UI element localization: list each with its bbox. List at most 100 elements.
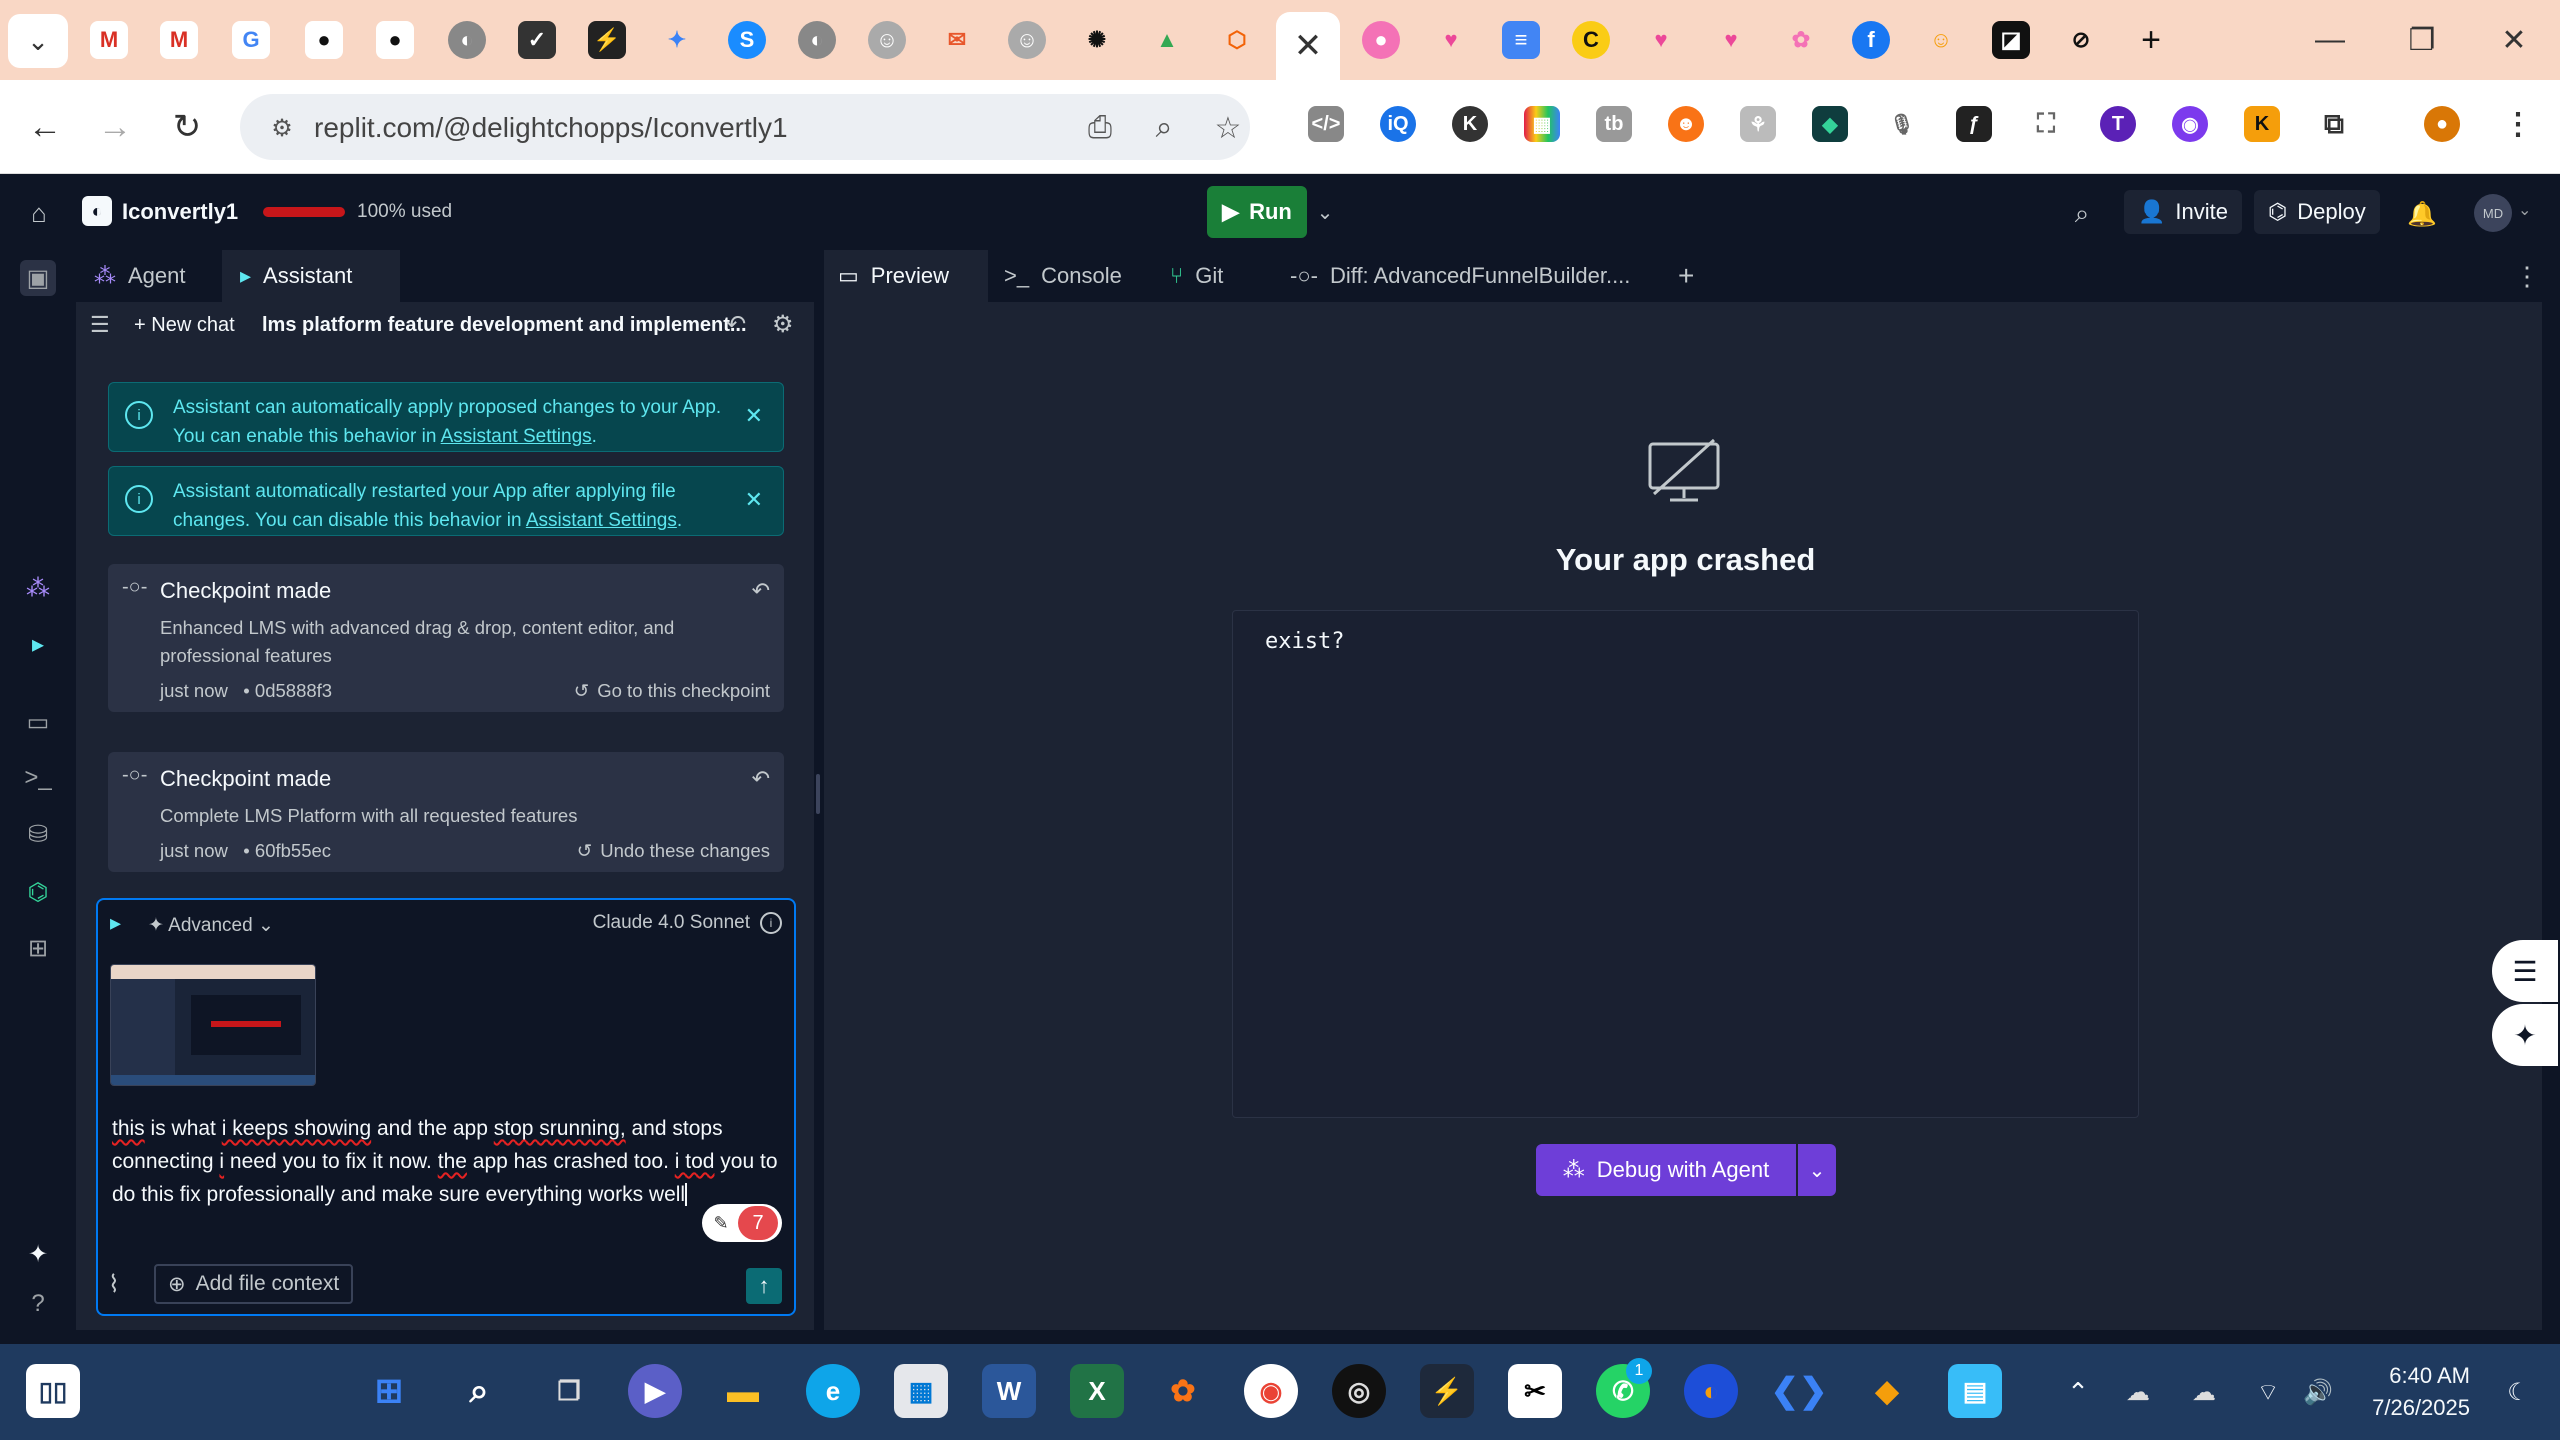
tab-github-icon[interactable]: ● bbox=[376, 21, 414, 59]
project-name[interactable]: Iconvertly1 bbox=[122, 199, 238, 225]
file-explorer-icon[interactable]: ▬ bbox=[716, 1364, 770, 1418]
excel-icon[interactable]: X bbox=[1070, 1364, 1124, 1418]
tab-huggingface-icon[interactable]: ☺ bbox=[1922, 21, 1960, 59]
extension-app-icon[interactable]: ◆ bbox=[1812, 106, 1848, 142]
chrome-icon[interactable]: ◉ bbox=[1244, 1364, 1298, 1418]
panel-resize-handle[interactable] bbox=[816, 774, 820, 814]
widgets-icon[interactable]: ▯▯ bbox=[26, 1364, 80, 1418]
extension-app-icon[interactable]: ⚘ bbox=[1740, 106, 1776, 142]
tab-app-icon[interactable]: ◪ bbox=[1992, 21, 2030, 59]
tab-gmail-icon[interactable]: M bbox=[160, 21, 198, 59]
debug-options-chevron-icon[interactable]: ⌄ bbox=[1798, 1144, 1836, 1196]
reader-mode-icon[interactable]: ☰ bbox=[2492, 940, 2558, 1002]
start-windows-icon[interactable]: ⊞ bbox=[362, 1364, 416, 1418]
help-icon[interactable]: ? bbox=[20, 1286, 56, 1322]
database-tool-icon[interactable]: ⛁ bbox=[20, 816, 56, 852]
clock[interactable]: 6:40 AM 7/26/2025 bbox=[2360, 1360, 2470, 1424]
extensions-puzzle-icon[interactable]: ⧉ bbox=[2316, 106, 2352, 142]
teams-icon[interactable]: ▶ bbox=[628, 1364, 682, 1418]
onedrive-icon[interactable]: ☁ bbox=[2120, 1374, 2156, 1410]
extension-fullscreen-icon[interactable]: ⛶ bbox=[2028, 106, 2064, 142]
app-icon[interactable]: ⚡ bbox=[1420, 1364, 1474, 1418]
address-bar[interactable]: ⚙ replit.com/@delightchopps/Iconvertly1 … bbox=[240, 94, 1250, 160]
tab-globe-icon[interactable]: ◐ bbox=[448, 21, 486, 59]
search-icon[interactable]: ⌕ bbox=[452, 1364, 506, 1418]
tab-s-icon[interactable]: S bbox=[728, 21, 766, 59]
tab-globe-icon[interactable]: ◐ bbox=[798, 21, 836, 59]
tab-gemini-icon[interactable]: ✦ bbox=[658, 21, 696, 59]
extension-robot-icon[interactable]: ☻ bbox=[1668, 106, 1704, 142]
console-tool-icon[interactable]: >_ bbox=[20, 760, 56, 796]
extension-tb-icon[interactable]: tb bbox=[1596, 106, 1632, 142]
word-icon[interactable]: W bbox=[982, 1364, 1036, 1418]
run-options-chevron-icon[interactable]: ⌄ bbox=[1310, 186, 1340, 238]
assistant-settings-link[interactable]: Assistant Settings bbox=[526, 510, 677, 531]
rollback-icon[interactable]: ↶ bbox=[752, 766, 770, 792]
attach-paperclip-icon[interactable]: ⌇ bbox=[108, 1270, 120, 1299]
tab-app-icon[interactable]: ✓ bbox=[518, 21, 556, 59]
tab-git[interactable]: ⑂ Git bbox=[1156, 250, 1237, 302]
ai-sparkle-icon[interactable]: ✦ bbox=[2492, 1004, 2558, 1066]
assistant-settings-link[interactable]: Assistant Settings bbox=[441, 426, 592, 447]
tab-replit-icon[interactable]: ⬡ bbox=[1218, 21, 1256, 59]
extension-iq-icon[interactable]: iQ bbox=[1380, 106, 1416, 142]
back-arrow-icon[interactable]: ← bbox=[20, 102, 70, 152]
model-info-icon[interactable]: i bbox=[760, 912, 782, 934]
tab-lovable-icon[interactable]: ♥ bbox=[1432, 21, 1470, 59]
tab-mail-icon[interactable]: ✉ bbox=[938, 21, 976, 59]
tab-facebook-icon[interactable]: f bbox=[1852, 21, 1890, 59]
tab-agent[interactable]: ⁂ Agent bbox=[76, 250, 204, 302]
go-to-checkpoint-button[interactable]: ↺ Go to this checkpoint bbox=[574, 680, 770, 702]
chat-history-menu-icon[interactable]: ☰ bbox=[90, 312, 110, 338]
notifications-bell-icon[interactable]: 🔔 bbox=[2404, 196, 2440, 232]
message-input[interactable]: this is what i keeps showing and the app… bbox=[112, 1112, 782, 1211]
avatar-chevron-icon[interactable]: ⌄ bbox=[2518, 200, 2531, 220]
tab-docs-icon[interactable]: ≡ bbox=[1502, 21, 1540, 59]
obs-icon[interactable]: ◎ bbox=[1332, 1364, 1386, 1418]
sparkle-icon[interactable]: ✦ bbox=[20, 1236, 56, 1272]
tab-app-icon[interactable]: ● bbox=[1362, 21, 1400, 59]
extension-k-icon[interactable]: K bbox=[1452, 106, 1488, 142]
extension-mic-icon[interactable]: 🎙 bbox=[1884, 106, 1920, 142]
edge-icon[interactable]: e bbox=[806, 1364, 860, 1418]
bookmark-star-icon[interactable]: ☆ bbox=[1208, 108, 1248, 148]
attached-screenshot-thumbnail[interactable] bbox=[110, 964, 316, 1086]
active-tab-close-icon[interactable]: ✕ bbox=[1276, 12, 1340, 80]
invite-button[interactable]: 👤 Invite bbox=[2124, 190, 2242, 234]
tab-avatar-icon[interactable]: ☺ bbox=[868, 21, 906, 59]
agent-tool-icon[interactable]: ⁂ bbox=[20, 570, 56, 606]
deploy-button[interactable]: ⌬ Deploy bbox=[2254, 190, 2380, 234]
app-icon[interactable]: ◐ bbox=[1684, 1364, 1738, 1418]
undo-changes-button[interactable]: ↺ Undo these changes bbox=[577, 840, 770, 862]
extension-t-icon[interactable]: T bbox=[2100, 106, 2136, 142]
new-tab-plus-icon[interactable]: + bbox=[2132, 21, 2170, 59]
minimize-icon[interactable]: — bbox=[2300, 18, 2360, 62]
volume-icon[interactable]: 🔊 bbox=[2300, 1374, 2336, 1410]
extension-eye-icon[interactable]: ◉ bbox=[2172, 106, 2208, 142]
search-icon[interactable]: ⌕ bbox=[2064, 196, 2100, 232]
tab-app-icon[interactable]: C bbox=[1572, 21, 1610, 59]
tab-search-chevron-icon[interactable]: ⌄ bbox=[8, 14, 68, 68]
restore-icon[interactable]: ❐ bbox=[2392, 18, 2452, 62]
focus-moon-icon[interactable]: ☾ bbox=[2500, 1374, 2536, 1410]
app-icon[interactable]: ◆ bbox=[1860, 1364, 1914, 1418]
tab-openai-icon[interactable]: ✺ bbox=[1078, 21, 1116, 59]
new-chat-button[interactable]: + New chat bbox=[134, 314, 235, 337]
show-hidden-icons-chevron[interactable]: ⌃ bbox=[2060, 1374, 2096, 1410]
reload-icon[interactable]: ↻ bbox=[162, 102, 212, 152]
rollback-icon[interactable]: ↶ bbox=[752, 578, 770, 604]
tab-drive-icon[interactable]: ▲ bbox=[1148, 21, 1186, 59]
zoom-icon[interactable]: ⌕ bbox=[1144, 108, 1184, 148]
tab-avatar-icon[interactable]: ☺ bbox=[1008, 21, 1046, 59]
preview-tool-icon[interactable]: ▭ bbox=[20, 704, 56, 740]
tab-app-icon[interactable]: ⊘ bbox=[2062, 21, 2100, 59]
files-toggle-icon[interactable]: ▣ bbox=[20, 260, 56, 296]
chat-settings-gear-icon[interactable]: ⚙ bbox=[772, 310, 794, 339]
extension-fx-icon[interactable]: ƒ bbox=[1956, 106, 1992, 142]
extension-code-icon[interactable]: </> bbox=[1308, 106, 1344, 142]
tab-github-icon[interactable]: ● bbox=[305, 21, 343, 59]
tab-console[interactable]: >_ Console bbox=[990, 250, 1136, 302]
cloud-sync-icon[interactable]: ☁ bbox=[2186, 1374, 2222, 1410]
dismiss-notice-icon[interactable]: ✕ bbox=[745, 485, 763, 514]
tab-google-icon[interactable]: G bbox=[232, 21, 270, 59]
